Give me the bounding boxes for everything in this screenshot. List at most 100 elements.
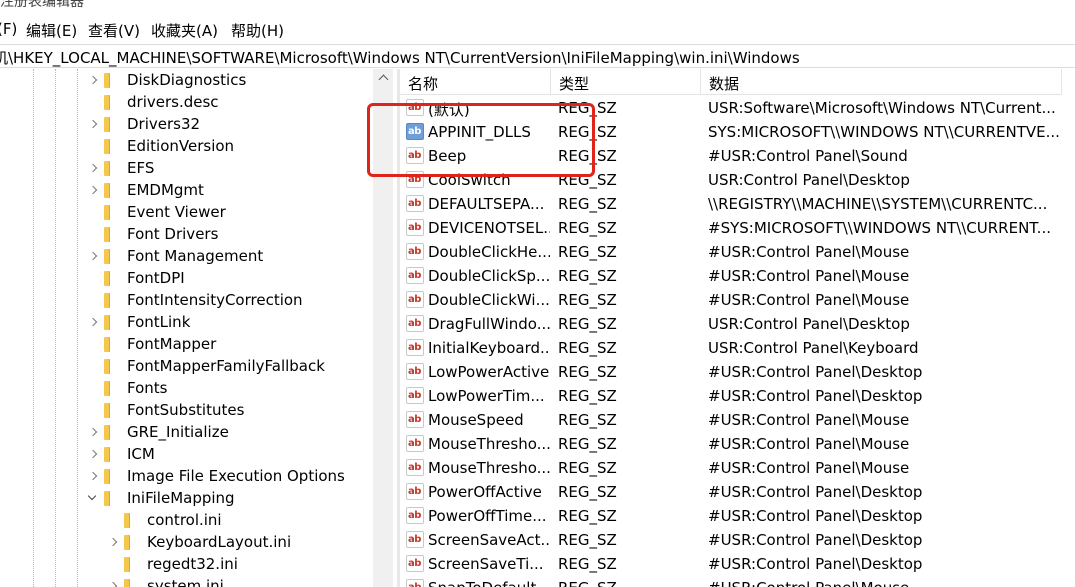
tree-item[interactable]: FontSubstitutes (90, 400, 370, 422)
value-data: SYS:MICROSOFT\\WINDOWS NT\\CURRENTVE... (708, 123, 1060, 141)
tree-item[interactable]: FontMapperFamilyFallback (90, 356, 370, 378)
tree-item[interactable]: KeyboardLayout.ini (110, 532, 370, 554)
tree-item[interactable]: ICM (90, 444, 370, 466)
chevron-right-icon[interactable] (90, 312, 100, 334)
value-name: PowerOffActive (428, 483, 542, 501)
scroll-up-arrow-icon[interactable] (377, 73, 389, 83)
value-data: #USR:Control Panel\Mouse (708, 291, 910, 309)
string-value-icon: ab (406, 363, 424, 380)
value-row[interactable]: ab LowPowerActive REG_SZ #USR:Control Panel… (400, 360, 1075, 384)
value-row[interactable]: ab DragFullWindo... REG_SZ USR:Control Pane… (400, 312, 1075, 336)
chevron-right-icon[interactable] (90, 114, 100, 136)
tree-item-label: FontLink (127, 313, 191, 331)
value-type: REG_SZ (558, 363, 617, 381)
tree-item[interactable]: FontLink (90, 312, 370, 334)
tree-item-label: Image File Execution Options (127, 467, 345, 485)
tree-item[interactable]: Fonts (90, 378, 370, 400)
folder-icon (104, 359, 110, 374)
tree-item-label: Drivers32 (127, 115, 201, 133)
key-tree: DiskDiagnostics drivers.desc Drivers32 Edit… (0, 69, 397, 587)
tree-item[interactable]: Image File Execution Options (90, 466, 370, 488)
folder-icon (104, 337, 110, 352)
value-row[interactable]: ab DEVICENOTSEL... REG_SZ #SYS:MICROSOFT\\W… (400, 216, 1075, 240)
chevron-down-icon[interactable] (89, 488, 99, 510)
tree-item[interactable]: EMDMgmt (90, 180, 370, 202)
tree-item[interactable]: DiskDiagnostics (90, 70, 370, 92)
folder-icon (124, 535, 130, 550)
value-row[interactable]: ab DoubleClickSp... REG_SZ #USR:Control Pan… (400, 264, 1075, 288)
tree-guide-line (55, 69, 56, 587)
value-row[interactable]: ab ScreenSaveTi... REG_SZ #USR:Control Pane… (400, 552, 1075, 576)
value-data: USR:Control Panel\Desktop (708, 171, 910, 189)
tree-item[interactable]: FontMapper (90, 334, 370, 356)
value-row[interactable]: ab PowerOffTime... REG_SZ #USR:Control Pane… (400, 504, 1075, 528)
value-row[interactable]: ab LowPowerTim... REG_SZ #USR:Control Panel… (400, 384, 1075, 408)
value-row[interactable]: ab DEFAULTSEPA... REG_SZ \\REGISTRY\\MACHIN… (400, 192, 1075, 216)
tree-item[interactable]: EFS (90, 158, 370, 180)
chevron-right-icon[interactable] (90, 466, 100, 488)
tree-item[interactable]: GRE_Initialize (90, 422, 370, 444)
tree-item[interactable]: EditionVersion (90, 136, 370, 158)
value-type: REG_SZ (558, 555, 617, 573)
string-value-icon: ab (406, 411, 424, 428)
tree-item[interactable]: Font Management (90, 246, 370, 268)
tree-item-label: Event Viewer (127, 203, 226, 221)
string-value-icon-glyph: ab (408, 510, 421, 521)
string-value-icon: ab (406, 555, 424, 572)
string-value-icon-glyph: ab (408, 222, 421, 233)
chevron-right-icon[interactable] (110, 532, 120, 554)
tree-item[interactable]: FontIntensityCorrection (90, 290, 370, 312)
chevron-right-icon[interactable] (90, 158, 100, 180)
string-value-icon: ab (406, 435, 424, 452)
value-name: DoubleClickHe... (428, 243, 550, 261)
value-name: LowPowerActive (428, 363, 550, 381)
menu-favorites[interactable]: 收藏夹(A) (151, 20, 218, 41)
tree-item-label: control.ini (147, 511, 222, 529)
value-data: USR:Control Panel\Desktop (708, 315, 910, 333)
value-row[interactable]: ab SnapToDefault... REG_SZ #USR:Control Pan… (400, 576, 1075, 587)
value-type: REG_SZ (558, 315, 617, 333)
value-row[interactable]: ab ScreenSaveAct... REG_SZ #USR:Control Pan… (400, 528, 1075, 552)
tree-item-label: FontSubstitutes (127, 401, 245, 419)
chevron-right-icon[interactable] (90, 422, 100, 444)
menu-help[interactable]: 帮助(H) (231, 20, 284, 41)
value-row[interactable]: ab MouseThresho... REG_SZ #USR:Control Pane… (400, 456, 1075, 480)
column-header-name[interactable]: 名称 (400, 69, 551, 95)
address-path[interactable]: 计算机\HKEY_LOCAL_MACHINE\SOFTWARE\Microsof… (0, 47, 800, 68)
chevron-right-icon[interactable] (110, 576, 120, 587)
string-value-icon-glyph: ab (408, 246, 421, 257)
value-data: #USR:Control Panel\Desktop (708, 387, 923, 405)
tree-item[interactable]: FontDPI (90, 268, 370, 290)
tree-item[interactable]: IniFileMapping (90, 488, 370, 510)
column-header-type[interactable]: 类型 (551, 69, 701, 95)
tree-item[interactable]: Font Drivers (90, 224, 370, 246)
tree-item[interactable]: Drivers32 (90, 114, 370, 136)
tree-item[interactable]: control.ini (110, 510, 370, 532)
value-name: SnapToDefault... (428, 579, 550, 587)
value-row[interactable]: ab DoubleClickWi... REG_SZ #USR:Control Pan… (400, 288, 1075, 312)
chevron-right-icon[interactable] (90, 180, 100, 202)
chevron-right-icon[interactable] (90, 70, 100, 92)
address-bar[interactable]: 计算机\HKEY_LOCAL_MACHINE\SOFTWARE\Microsof… (0, 44, 1075, 68)
tree-item-label: EFS (127, 159, 155, 177)
value-name: MouseThresho... (428, 435, 550, 453)
folder-icon (104, 183, 110, 198)
menu-edit[interactable]: 编辑(E) (26, 20, 77, 41)
value-row[interactable]: ab MouseThresho... REG_SZ #USR:Control Pane… (400, 432, 1075, 456)
value-name: ScreenSaveAct... (428, 531, 550, 549)
chevron-right-icon[interactable] (90, 444, 100, 466)
chevron-right-icon[interactable] (90, 246, 100, 268)
value-row[interactable]: ab MouseSpeed REG_SZ #USR:Control Panel\Mou… (400, 408, 1075, 432)
tree-item[interactable]: system.ini (110, 576, 370, 587)
string-value-icon: ab (406, 219, 424, 236)
value-row[interactable]: ab PowerOffActive REG_SZ #USR:Control Panel… (400, 480, 1075, 504)
tree-item[interactable]: regedt32.ini (110, 554, 370, 576)
value-row[interactable]: ab DoubleClickHe... REG_SZ #USR:Control Pan… (400, 240, 1075, 264)
menu-file[interactable]: (F) (0, 20, 17, 38)
tree-item[interactable]: Event Viewer (90, 202, 370, 224)
menu-view[interactable]: 查看(V) (88, 20, 140, 41)
tree-item[interactable]: drivers.desc (90, 92, 370, 114)
value-row[interactable]: ab InitialKeyboard... REG_SZ USR:Control Pa… (400, 336, 1075, 360)
column-header-data[interactable]: 数据 (701, 69, 1062, 95)
value-type: REG_SZ (558, 219, 617, 237)
